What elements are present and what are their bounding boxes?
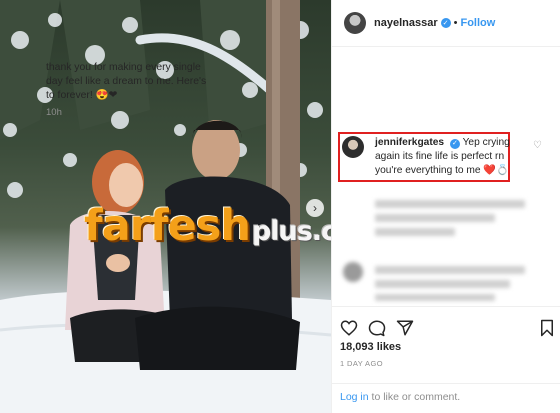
comment-username[interactable]: jenniferkgates <box>375 137 444 148</box>
login-prompt: Log in to like or comment. <box>331 383 560 413</box>
blurred-comment-line <box>375 214 495 222</box>
like-count[interactable]: 18,093 likes <box>340 341 401 353</box>
post-caption: thank you for making every single day fe… <box>46 62 207 101</box>
login-prompt-text: to like or comment. <box>368 391 461 403</box>
blurred-comment-line <box>375 280 510 288</box>
blurred-comment-line <box>375 266 525 274</box>
post-timestamp[interactable]: 1 DAY AGO <box>340 359 383 368</box>
blurred-comment-line <box>375 200 525 208</box>
heart-icon[interactable] <box>340 319 358 337</box>
blurred-avatar <box>343 262 363 282</box>
watermark-logo: farfeshplus.com <box>84 205 331 248</box>
bookmark-icon[interactable] <box>538 319 556 337</box>
verified-icon: ✓ <box>440 18 451 28</box>
post-username[interactable]: nayelnassar <box>374 17 438 29</box>
next-arrow-glyph: › <box>313 201 317 215</box>
verified-icon: ✓ <box>449 138 460 149</box>
header-separator: • <box>453 17 458 29</box>
follow-button[interactable]: Follow <box>460 17 495 29</box>
comment-like-icon[interactable]: ♡ <box>533 140 542 151</box>
post-header: nayelnassar ✓ • Follow <box>332 0 560 47</box>
share-icon[interactable] <box>396 319 414 337</box>
watermark-suffix: plus.com <box>252 216 331 247</box>
watermark-brand: farfesh <box>84 201 251 251</box>
login-link[interactable]: Log in <box>340 391 369 403</box>
caption-time[interactable]: 10h <box>46 107 62 118</box>
avatar[interactable] <box>344 12 366 34</box>
comment-text-block: jenniferkgates ✓ Yep crying again its fi… <box>375 136 510 178</box>
blurred-comment-line <box>375 294 495 301</box>
blurred-comment-line <box>375 228 455 236</box>
chevron-right-icon[interactable]: › <box>306 199 324 217</box>
comment-avatar[interactable] <box>342 136 364 158</box>
comment-icon[interactable] <box>368 319 386 337</box>
